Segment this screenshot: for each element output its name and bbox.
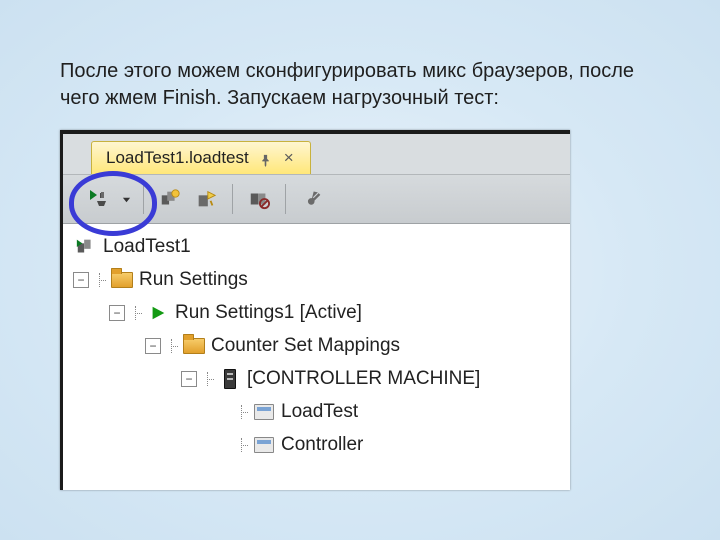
toolbar-separator bbox=[232, 184, 233, 214]
toolbar bbox=[63, 175, 570, 224]
tab-title: LoadTest1.loadtest bbox=[106, 148, 249, 168]
tree-label: Run Settings bbox=[139, 269, 248, 291]
tree-run-settings[interactable]: − Run Settings bbox=[63, 263, 570, 296]
toolbar-separator bbox=[143, 184, 144, 214]
tree-root-label: LoadTest1 bbox=[103, 236, 191, 258]
caption-text: После этого можем сконфигурировать микс … bbox=[60, 58, 660, 112]
folder-icon bbox=[111, 269, 133, 291]
run-load-test-button[interactable] bbox=[85, 185, 113, 213]
load-test-tree: LoadTest1 − Run Settings − Run Settings1… bbox=[63, 224, 570, 461]
run-dropdown-arrow-icon[interactable] bbox=[121, 185, 131, 213]
pin-icon[interactable] bbox=[259, 152, 272, 165]
folder-icon bbox=[183, 335, 205, 357]
server-icon bbox=[219, 368, 241, 390]
expand-toggle[interactable]: − bbox=[73, 272, 89, 288]
tree-run-settings-active[interactable]: − Run Settings1 [Active] bbox=[63, 296, 570, 329]
tree-label: Controller bbox=[281, 434, 363, 456]
manage-counters-button[interactable] bbox=[245, 185, 273, 213]
tree-label: [CONTROLLER MACHINE] bbox=[247, 368, 480, 390]
tree-label: Run Settings1 [Active] bbox=[175, 302, 362, 324]
document-tab[interactable]: LoadTest1.loadtest × bbox=[91, 141, 311, 174]
expand-toggle[interactable]: − bbox=[181, 371, 197, 387]
screenshot-panel: LoadTest1.loadtest × bbox=[60, 130, 570, 490]
close-icon[interactable]: × bbox=[282, 148, 296, 168]
play-icon bbox=[147, 302, 169, 324]
expand-toggle[interactable]: − bbox=[145, 338, 161, 354]
document-tab-bar: LoadTest1.loadtest × bbox=[63, 134, 570, 175]
tree-label: Counter Set Mappings bbox=[211, 335, 400, 357]
add-scenario-button[interactable] bbox=[192, 185, 220, 213]
tree-label: LoadTest bbox=[281, 401, 358, 423]
tree-controller-machine[interactable]: − [CONTROLLER MACHINE] bbox=[63, 362, 570, 395]
toolbar-separator bbox=[285, 184, 286, 214]
tree-item-loadtest[interactable]: LoadTest bbox=[63, 395, 570, 428]
tree-counter-set-mappings[interactable]: − Counter Set Mappings bbox=[63, 329, 570, 362]
tree-item-controller[interactable]: Controller bbox=[63, 428, 570, 461]
edit-test-mix-button[interactable] bbox=[156, 185, 184, 213]
tree-root[interactable]: LoadTest1 bbox=[63, 230, 570, 263]
load-test-icon bbox=[75, 236, 97, 258]
counter-set-icon bbox=[253, 434, 275, 456]
settings-button[interactable] bbox=[298, 185, 326, 213]
counter-set-icon bbox=[253, 401, 275, 423]
expand-toggle[interactable]: − bbox=[109, 305, 125, 321]
